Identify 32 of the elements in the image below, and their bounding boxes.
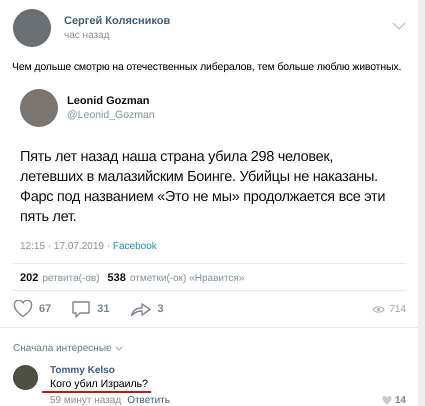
speech-bubble-icon: [71, 300, 92, 318]
comment-text: Кого убил Израиль?: [50, 378, 149, 390]
tweet-date: 12:15 · 17.07.2019 ·: [20, 241, 112, 252]
tweet-handle: @Leonid_Gozman: [67, 109, 155, 121]
like-label: отметки(-ок) «Нравится»: [130, 273, 244, 284]
share-button[interactable]: 3: [130, 301, 164, 317]
avatar-photo-placeholder: [13, 9, 51, 47]
post-text: Чем дольше смотрю на отечественных либералов, тем больше люблю животных.: [11, 61, 402, 73]
like-count: 538: [108, 272, 126, 284]
heart-icon: [13, 300, 33, 318]
comment-sort-dropdown[interactable]: Сначала интересные: [13, 343, 123, 354]
eye-icon: [372, 304, 386, 314]
avatar-photo-placeholder: [20, 89, 58, 127]
comment-time[interactable]: 59 минут назад: [50, 395, 122, 406]
chevron-down-icon: [114, 346, 123, 351]
view-count: 714: [389, 304, 406, 314]
author-name[interactable]: Сергей Колясников: [64, 15, 392, 27]
like-button[interactable]: 67: [13, 300, 52, 318]
tweet-author-name: Leonid Gozman: [67, 95, 150, 107]
retweet-label: ретвита(-ов): [42, 273, 100, 284]
comment-like-button[interactable]: 14: [382, 395, 406, 406]
post-time[interactable]: час назад: [64, 30, 392, 41]
comment-author[interactable]: Tommy Kelso: [50, 365, 406, 376]
heart-icon: [382, 396, 392, 405]
tweet-source-link[interactable]: Facebook: [112, 241, 157, 252]
tweet-text: Пять лет назад наша страна убила 298 человек, летевших в малазийским Боинге. Убийцы не наказаны. Фарс под названием «Это не мы» продолжается все эти пять лет.: [19, 148, 386, 227]
retweet-count: 202: [20, 272, 38, 284]
reply-link[interactable]: Ответить: [127, 395, 170, 406]
chevron-down-icon[interactable]: [392, 22, 406, 30]
avatar-photo-placeholder: [13, 365, 38, 390]
arrow-icon: [130, 301, 152, 317]
comment-button[interactable]: 31: [71, 300, 110, 318]
